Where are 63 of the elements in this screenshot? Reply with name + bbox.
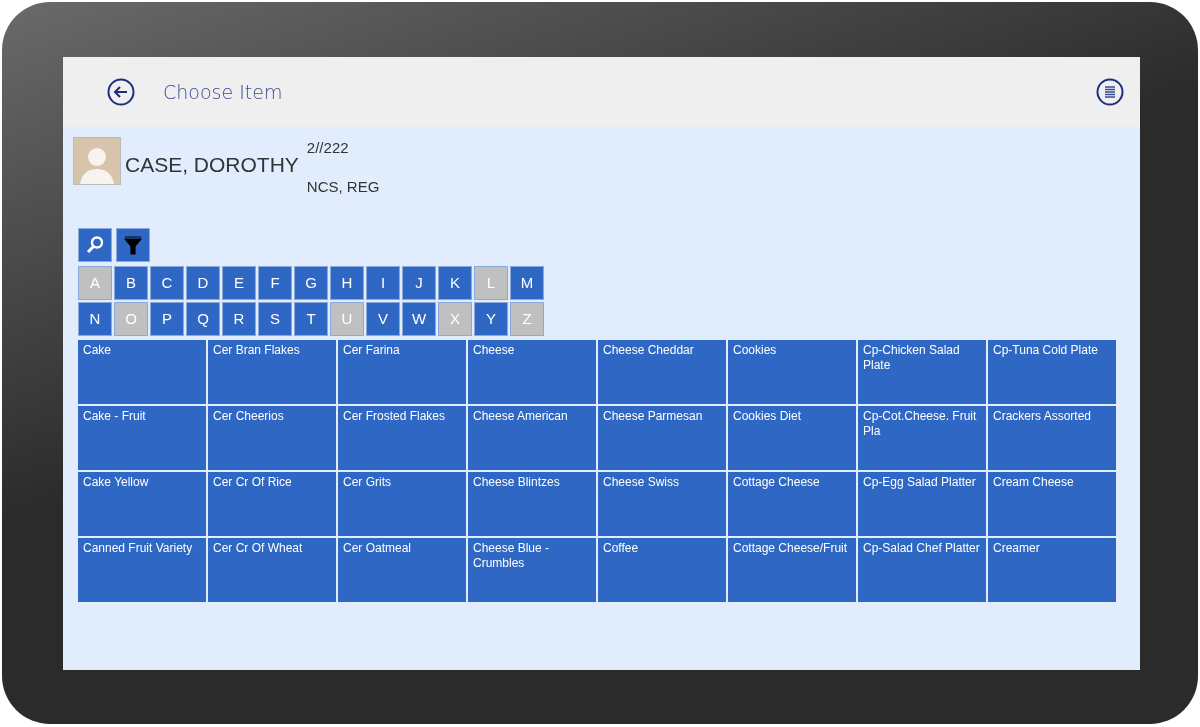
item-button[interactable]: Cheese Blintzes bbox=[468, 472, 596, 536]
item-button[interactable]: Cake bbox=[78, 340, 206, 404]
letter-button[interactable]: J bbox=[402, 266, 436, 300]
item-button[interactable]: Cp-Cot.Cheese. Fruit Pla bbox=[858, 406, 986, 470]
filter-button[interactable] bbox=[116, 228, 150, 262]
item-button[interactable]: Crackers Assorted bbox=[988, 406, 1116, 470]
item-button[interactable]: Cer Bran Flakes bbox=[208, 340, 336, 404]
item-button[interactable]: Cer Cr Of Wheat bbox=[208, 538, 336, 602]
item-button[interactable]: Cheese Cheddar bbox=[598, 340, 726, 404]
item-button[interactable]: Canned Fruit Variety bbox=[78, 538, 206, 602]
item-button[interactable]: Cp-Chicken Salad Plate bbox=[858, 340, 986, 404]
item-button[interactable]: Cheese Swiss bbox=[598, 472, 726, 536]
search-button[interactable] bbox=[78, 228, 112, 262]
item-button[interactable]: Cp-Egg Salad Platter bbox=[858, 472, 986, 536]
letter-button[interactable]: M bbox=[510, 266, 544, 300]
item-button[interactable]: Cookies Diet bbox=[728, 406, 856, 470]
item-button[interactable]: Cream Cheese bbox=[988, 472, 1116, 536]
letter-button[interactable]: E bbox=[222, 266, 256, 300]
letter-button[interactable]: C bbox=[150, 266, 184, 300]
menu-icon[interactable] bbox=[1096, 78, 1124, 106]
letter-button[interactable]: R bbox=[222, 302, 256, 336]
item-button[interactable]: Cer Grits bbox=[338, 472, 466, 536]
item-button[interactable]: Cheese Parmesan bbox=[598, 406, 726, 470]
item-button[interactable]: Cookies bbox=[728, 340, 856, 404]
page-title: Choose Item bbox=[163, 79, 283, 105]
item-button[interactable]: Cp-Salad Chef Platter bbox=[858, 538, 986, 602]
letter-button[interactable]: W bbox=[402, 302, 436, 336]
letter-button[interactable]: T bbox=[294, 302, 328, 336]
letter-button[interactable]: H bbox=[330, 266, 364, 300]
letter-button[interactable]: F bbox=[258, 266, 292, 300]
item-button[interactable]: Cottage Cheese bbox=[728, 472, 856, 536]
letter-button[interactable]: P bbox=[150, 302, 184, 336]
filter-icon bbox=[124, 235, 142, 255]
item-button[interactable]: Cottage Cheese/Fruit bbox=[728, 538, 856, 602]
item-button[interactable]: Cheese bbox=[468, 340, 596, 404]
letter-button[interactable]: B bbox=[114, 266, 148, 300]
letter-button[interactable]: N bbox=[78, 302, 112, 336]
avatar-placeholder bbox=[73, 137, 121, 185]
item-button[interactable]: Cer Cr Of Rice bbox=[208, 472, 336, 536]
item-button[interactable]: Cer Frosted Flakes bbox=[338, 406, 466, 470]
patient-name: CASE, DOROTHY bbox=[125, 152, 299, 178]
item-button[interactable]: Cp-Tuna Cold Plate bbox=[988, 340, 1116, 404]
item-button[interactable]: Cake Yellow bbox=[78, 472, 206, 536]
room-number: 2//222 bbox=[306, 138, 350, 158]
letter-button[interactable]: K bbox=[438, 266, 472, 300]
letter-button[interactable]: Y bbox=[474, 302, 508, 336]
item-button[interactable]: Cheese American bbox=[468, 406, 596, 470]
letter-button[interactable]: I bbox=[366, 266, 400, 300]
letter-button[interactable]: S bbox=[258, 302, 292, 336]
letter-button[interactable]: V bbox=[366, 302, 400, 336]
item-button[interactable]: Creamer bbox=[988, 538, 1116, 602]
diet-code: NCS, REG bbox=[306, 176, 380, 197]
letter-button[interactable]: Q bbox=[186, 302, 220, 336]
item-button[interactable]: Cer Cheerios bbox=[208, 406, 336, 470]
letter-button[interactable]: D bbox=[186, 266, 220, 300]
item-button[interactable]: Coffee bbox=[598, 538, 726, 602]
item-button[interactable]: Cer Farina bbox=[338, 340, 466, 404]
search-icon bbox=[85, 235, 105, 255]
back-icon[interactable] bbox=[107, 78, 135, 106]
item-button[interactable]: Cake - Fruit bbox=[78, 406, 206, 470]
item-button[interactable]: Cheese Blue - Crumbles bbox=[468, 538, 596, 602]
item-button[interactable]: Cer Oatmeal bbox=[338, 538, 466, 602]
letter-button[interactable]: G bbox=[294, 266, 328, 300]
